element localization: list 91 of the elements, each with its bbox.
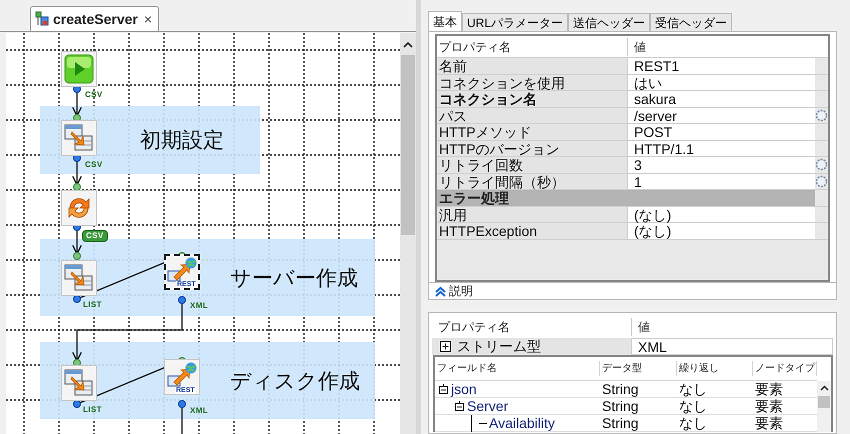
property-value[interactable]: HTTP/1.1 xyxy=(627,140,815,156)
port-icon xyxy=(178,296,186,304)
column-header: プロパティ名 xyxy=(437,319,511,336)
property-value[interactable]: POST xyxy=(627,124,815,140)
connector-arrow xyxy=(72,90,82,117)
flow-node[interactable] xyxy=(61,260,97,296)
editor-tab[interactable]: createServer × xyxy=(30,6,160,31)
column-header: プロパティ名 xyxy=(438,38,512,56)
table-cell-text: 要素 xyxy=(754,381,784,397)
property-value[interactable]: 1 xyxy=(627,174,815,189)
property-name: HTTPメソッド xyxy=(437,124,627,140)
property-value[interactable]: REST1 xyxy=(627,58,815,74)
close-button[interactable]: × xyxy=(142,12,154,26)
flow-node[interactable] xyxy=(61,190,97,226)
chevron-up-icon[interactable] xyxy=(435,286,446,296)
property-name: 汎用 xyxy=(437,206,627,222)
property-value[interactable]: XML xyxy=(631,338,833,355)
property-value[interactable]: 3 xyxy=(627,157,815,172)
port-icon xyxy=(73,252,81,260)
property-tab[interactable]: 受信ヘッダー xyxy=(650,13,732,31)
category-row[interactable]: エラー処理 xyxy=(437,190,815,206)
edit-button[interactable] xyxy=(815,158,828,172)
scroll-up-icon[interactable] xyxy=(820,385,828,392)
port-label: LIST xyxy=(83,406,102,414)
column-header: 繰り返し xyxy=(677,361,753,376)
property-value[interactable]: はい xyxy=(627,74,815,90)
collapse-icon[interactable] xyxy=(455,401,465,411)
property-value[interactable]: (なし) xyxy=(627,223,815,238)
column-header: ノードタイプ xyxy=(753,361,817,376)
table-cell-text: 要素 xyxy=(754,398,784,414)
port-label: CSV xyxy=(85,161,103,169)
property-tab[interactable]: URLパラメーター xyxy=(462,13,568,31)
property-value[interactable]: sakura xyxy=(627,91,815,106)
scrollbar[interactable] xyxy=(817,381,831,432)
column-header: フィールド名 xyxy=(435,361,600,376)
table-arrow-icon xyxy=(64,368,94,398)
flow-node[interactable] xyxy=(61,51,97,87)
port-icon xyxy=(178,400,186,408)
table-cell-text: なし xyxy=(678,415,708,431)
property-name: リトライ回数 xyxy=(437,157,627,172)
collapse-icon[interactable] xyxy=(439,384,449,394)
field-name[interactable]: Server xyxy=(467,398,508,414)
play-icon xyxy=(64,54,94,84)
tab-title: createServer xyxy=(53,10,138,28)
port-label: XML xyxy=(190,407,208,415)
port-icon xyxy=(73,183,81,191)
table-cell-text: なし xyxy=(678,398,708,414)
property-tab[interactable]: 基本 xyxy=(428,11,462,31)
flow-node[interactable] xyxy=(61,365,97,401)
edit-button[interactable] xyxy=(815,108,828,122)
property-value[interactable]: /server xyxy=(627,108,815,123)
group-label: ディスク作成 xyxy=(230,368,360,394)
property-name: リトライ間隔（秒） xyxy=(437,174,627,189)
property-name: パス xyxy=(437,108,627,123)
port-label: LIST xyxy=(83,301,102,309)
property-name: コネクションを使用 xyxy=(437,74,627,90)
scrollbar[interactable] xyxy=(400,33,416,434)
table-arrow-icon xyxy=(64,123,94,153)
table-cell-text: String xyxy=(601,415,640,431)
flow-file-icon xyxy=(35,11,49,27)
connector-arrow xyxy=(72,159,82,186)
description-label: 説明 xyxy=(449,283,473,300)
edit-button[interactable] xyxy=(815,174,828,188)
group-label: 初期設定 xyxy=(140,128,224,154)
property-tab[interactable]: 送信ヘッダー xyxy=(568,13,650,31)
table-cell-text: String xyxy=(601,381,640,397)
scrollbar-thumb[interactable] xyxy=(818,396,830,408)
column-header: 値 xyxy=(631,318,650,336)
port-label: CSV xyxy=(85,91,103,99)
table-cell-text: String xyxy=(601,398,640,414)
property-name: コネクション名 xyxy=(437,91,627,106)
column-header: 値 xyxy=(627,38,815,56)
port-label: CSV xyxy=(82,230,108,242)
property-name: HTTPException xyxy=(437,223,627,238)
scroll-up-icon[interactable] xyxy=(403,41,414,49)
field-name[interactable]: Availability xyxy=(489,414,555,432)
property-name: 名前 xyxy=(437,58,627,74)
scrollbar-thumb[interactable] xyxy=(401,55,416,235)
group-label: サーバー作成 xyxy=(230,266,358,292)
table-arrow-icon xyxy=(64,263,94,293)
port-label: XML xyxy=(190,302,208,310)
table-cell-text: 要素 xyxy=(754,415,784,431)
table-cell-text: なし xyxy=(678,381,708,397)
flow-node[interactable] xyxy=(61,120,97,156)
field-name[interactable]: json xyxy=(451,380,477,398)
property-name: ストリーム型 xyxy=(457,337,541,356)
connector-line xyxy=(181,408,183,434)
property-value[interactable]: (なし) xyxy=(627,206,815,222)
property-name: HTTPのバージョン xyxy=(437,140,627,156)
column-header: データ型 xyxy=(600,361,677,376)
expand-icon[interactable] xyxy=(440,341,451,352)
